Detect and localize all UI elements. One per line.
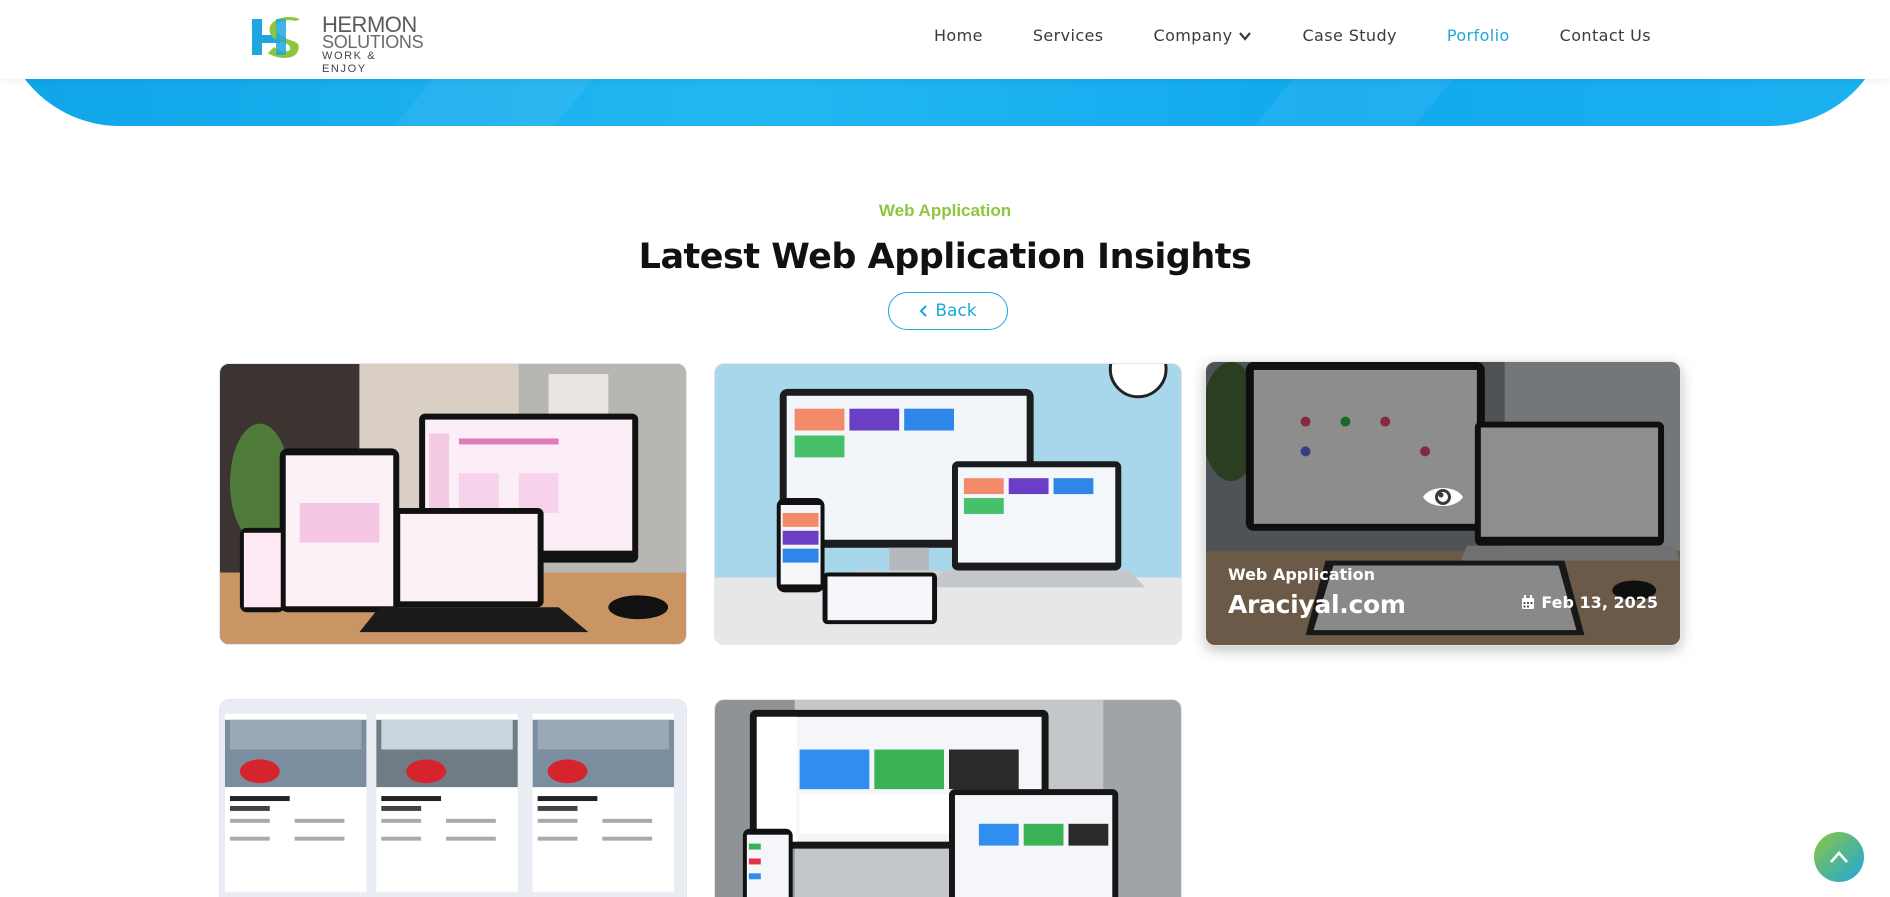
portfolio-card-3[interactable]: Web Application Araciyal.com Feb 13, 202… — [1205, 361, 1681, 646]
logo-mark-icon — [252, 16, 300, 58]
chevron-down-icon — [1239, 31, 1252, 41]
card-image — [220, 364, 686, 644]
card-image — [220, 700, 686, 897]
portfolio-card-2[interactable] — [714, 363, 1182, 645]
page-title: Latest Web Application Insights — [638, 237, 1252, 277]
nav-contact-us[interactable]: Contact Us — [1560, 26, 1651, 45]
company-logo[interactable]: HERMON SOLUTIONS WORK & ENJOY — [250, 13, 425, 75]
eye-icon[interactable] — [1422, 482, 1464, 512]
nav-case-study[interactable]: Case Study — [1302, 26, 1396, 45]
card-image — [715, 364, 1181, 644]
logo-line-2: SOLUTIONS — [322, 32, 424, 52]
site-header: HERMON SOLUTIONS WORK & ENJOY Home Servi… — [0, 0, 1890, 79]
portfolio-card-5[interactable] — [714, 699, 1182, 897]
chevron-left-icon — [919, 305, 928, 317]
card-title[interactable]: Araciyal.com — [1228, 590, 1406, 619]
main-nav: Home Services Company Case Study Porfoli… — [934, 26, 1701, 45]
chevron-up-icon — [1830, 851, 1848, 863]
portfolio-card-1[interactable] — [219, 363, 687, 645]
scroll-to-top-button[interactable] — [1814, 832, 1864, 882]
section-eyebrow: Web Application — [878, 201, 1012, 220]
portfolio-card-4[interactable] — [219, 699, 687, 897]
calendar-icon — [1522, 595, 1535, 609]
nav-home[interactable]: Home — [934, 26, 983, 45]
card-category: Web Application — [1228, 565, 1376, 584]
logo-line-3: WORK & ENJOY — [322, 50, 377, 75]
nav-portfolio[interactable]: Porfolio — [1447, 26, 1510, 45]
card-date: Feb 13, 2025 — [1521, 593, 1658, 612]
back-button[interactable]: Back — [888, 292, 1008, 330]
card-image — [715, 700, 1181, 897]
nav-services[interactable]: Services — [1033, 26, 1104, 45]
nav-company[interactable]: Company — [1154, 26, 1253, 45]
